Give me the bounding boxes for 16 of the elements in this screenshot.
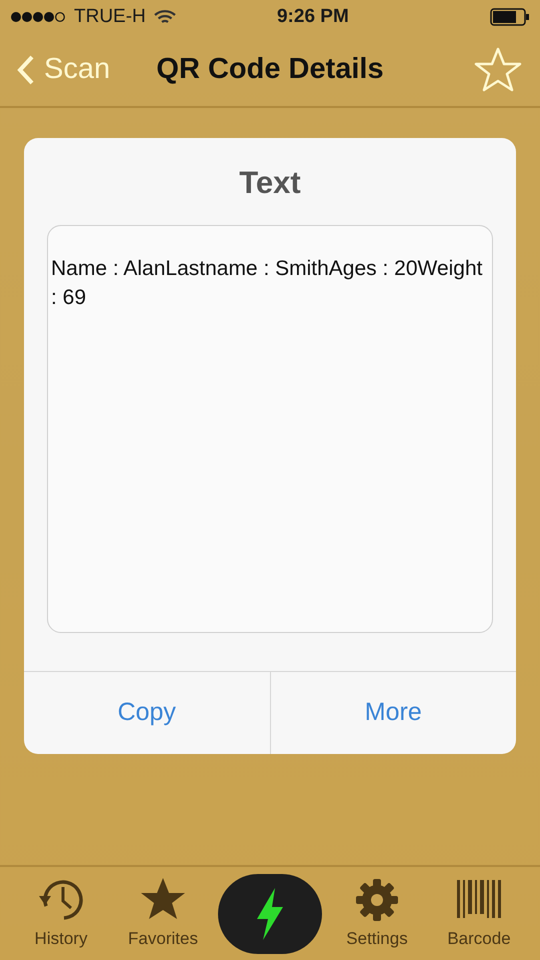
battery-icon [490, 8, 530, 26]
status-time: 9:26 PM [276, 4, 349, 29]
text-content-field: Name : AlanLastname : SmithAges : 20Weight : 69 [47, 224, 493, 632]
more-button[interactable]: More [270, 672, 516, 754]
tab-item[interactable]: Favorites [112, 867, 214, 960]
carrier-name: TRUE-H [74, 4, 146, 29]
chevron-left-icon [16, 54, 36, 86]
copy-button[interactable]: Copy [24, 672, 270, 754]
tab-item[interactable]: Barcode [428, 867, 530, 960]
tab-item[interactable]: Settings [326, 867, 428, 960]
tab-item[interactable]: History [10, 867, 112, 960]
screen-title: QR Code Details [156, 53, 384, 86]
card-title: Text [238, 164, 302, 202]
wifi-icon [154, 9, 176, 25]
star-outline-icon[interactable] [474, 47, 522, 93]
signal-icon [10, 11, 66, 23]
